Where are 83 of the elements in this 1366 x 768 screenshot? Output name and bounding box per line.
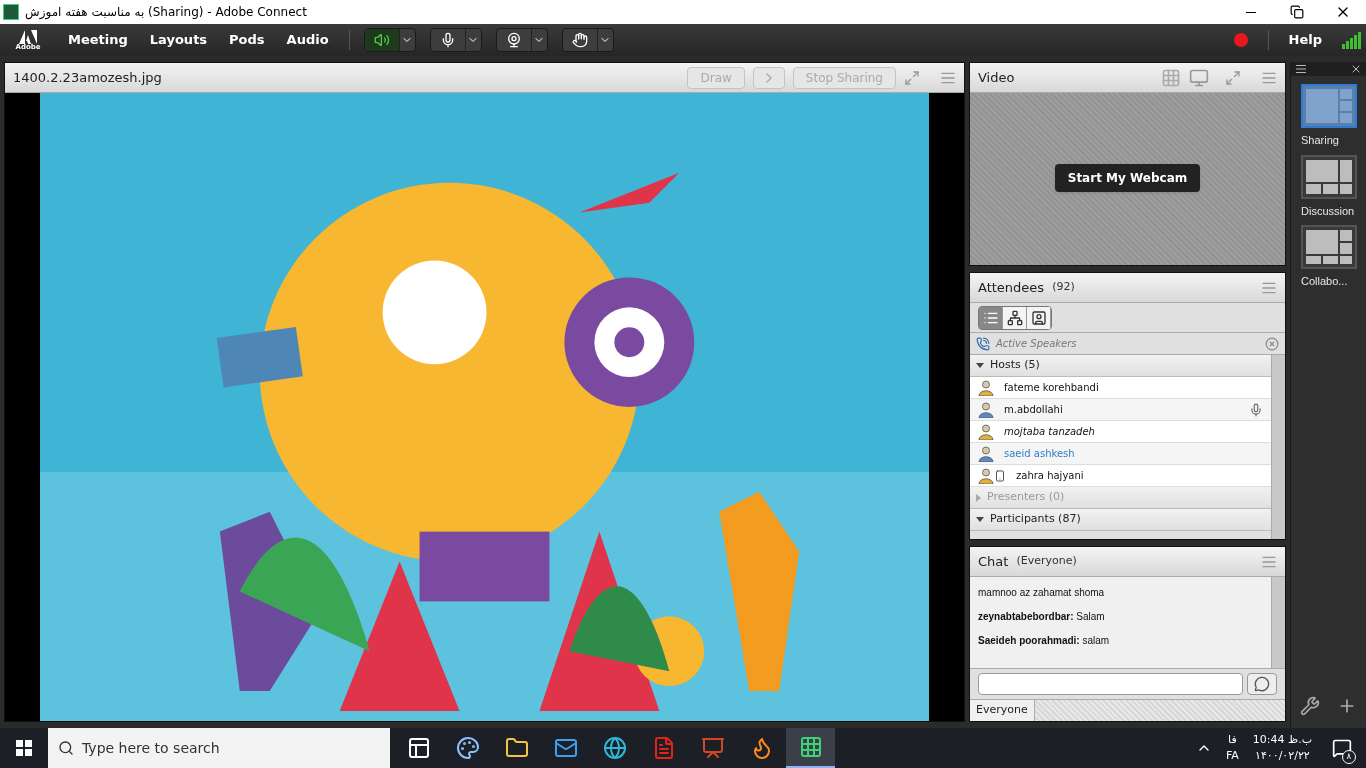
presentation-glyph-icon: [700, 736, 725, 760]
attendee-row[interactable]: mojtaba tanzadeh: [970, 421, 1271, 443]
notifications-button[interactable]: ۸: [1328, 734, 1356, 762]
close-icon[interactable]: [1350, 63, 1362, 75]
attendee-name: zahra hajyani: [1016, 469, 1084, 483]
settings-icon[interactable]: [1299, 696, 1320, 716]
signal-icon: [1342, 31, 1362, 49]
app-icon: [3, 4, 19, 20]
menu-icon[interactable]: [1295, 63, 1307, 75]
clock-time[interactable]: 10:44 ب.ظ: [1252, 731, 1312, 748]
chat-message: zeynabtabebordbar: Salam: [978, 610, 1106, 624]
attendee-row[interactable]: saeid ashkesh: [970, 443, 1271, 465]
search-field[interactable]: Type here to search: [48, 728, 390, 768]
pod-title: Video: [978, 68, 1015, 87]
menu-item[interactable]: Pods: [223, 30, 271, 50]
notification-icon: [1332, 738, 1352, 758]
breakout-icon: [1006, 309, 1023, 326]
chat-message: Saeideh poorahmadi: salam: [978, 634, 1111, 648]
menu-item[interactable]: Layouts: [143, 30, 214, 50]
attendee-icon: [978, 401, 994, 418]
attendee-icon: [978, 423, 994, 440]
app-glyph-icon: [798, 735, 823, 759]
help-menu[interactable]: Help: [1268, 30, 1342, 50]
user-list-icon: [1030, 309, 1047, 326]
folder-glyph-icon: [504, 736, 529, 760]
attendee-name: fateme korehbandi: [1004, 381, 1099, 395]
group-label: Presenters (0): [987, 489, 1065, 506]
windows-icon[interactable]: [16, 740, 32, 756]
pod-title: Attendees: [978, 278, 1045, 297]
send-button[interactable]: [1247, 673, 1277, 695]
user-list-tab[interactable]: [1027, 306, 1051, 329]
hand-icon: [571, 32, 588, 48]
globe-glyph-icon: [602, 736, 627, 760]
chat-tab[interactable]: Everyone: [970, 700, 1035, 721]
menu-item[interactable]: Audio: [280, 30, 335, 50]
scrollbar[interactable]: [1271, 577, 1285, 668]
palette-glyph-icon: [455, 736, 480, 760]
mail-glyph-icon: [553, 736, 578, 760]
chat-input[interactable]: [978, 673, 1243, 695]
pod-title: 1400.2.23amozesh.jpg: [13, 68, 162, 87]
attendee-icon: [978, 467, 994, 484]
pod-title: Chat: [978, 552, 1009, 571]
hand-button[interactable]: [561, 28, 614, 52]
webcam-icon: [505, 32, 522, 48]
attendee-icon: [978, 379, 994, 396]
attendee-row[interactable]: fateme korehbandi: [970, 377, 1271, 399]
language-native[interactable]: فا: [1228, 731, 1237, 748]
record-indicator[interactable]: [1233, 33, 1248, 47]
group-header[interactable]: Participants (87): [970, 509, 1271, 531]
group-label: Participants (87): [990, 511, 1081, 528]
attendee-name: m.abdollahi: [1004, 403, 1063, 417]
speech-bubble-icon: [1254, 676, 1270, 692]
group-header[interactable]: Hosts (5): [970, 355, 1271, 377]
minimize-icon: [1246, 11, 1256, 13]
attendee-name: mojtaba tanzadeh: [1004, 425, 1095, 439]
chat-scope: (Everyone): [1016, 553, 1077, 570]
speaker-button[interactable]: [363, 28, 416, 52]
webcam-button[interactable]: [495, 28, 548, 52]
logo-icon: [19, 29, 37, 44]
start-webcam-button[interactable]: Start My Webcam: [1054, 164, 1201, 192]
breakout-tab[interactable]: [1003, 306, 1027, 329]
speaker-icon: [373, 32, 390, 48]
notification-count: ۸: [1342, 750, 1356, 764]
task-view-glyph-icon: [406, 736, 431, 760]
window-title: به مناسبت هفته اموزش (Sharing) - Adobe Connect: [25, 4, 307, 21]
app-icon[interactable]: [786, 728, 835, 768]
attendee-icon: [978, 445, 994, 462]
group-label: Hosts (5): [990, 357, 1040, 374]
scrollbar[interactable]: [1271, 355, 1285, 539]
attendee-row[interactable]: m.abdollahi: [970, 399, 1271, 421]
active-speakers-label: Active Speakers: [996, 337, 1077, 351]
language-indicator[interactable]: FA: [1225, 748, 1239, 765]
phone-icon: [976, 336, 990, 351]
attendee-name: saeid ashkesh: [1004, 447, 1075, 461]
microphone-button[interactable]: [429, 28, 482, 52]
attendee-count: (92): [1052, 279, 1075, 296]
search-icon: [58, 740, 74, 756]
chat-message: mamnoo az zahamat shoma: [978, 586, 1106, 600]
list-view-tab[interactable]: [979, 306, 1003, 329]
menu-item[interactable]: Meeting: [62, 30, 134, 50]
attendee-row[interactable]: zahra hajyani: [970, 465, 1271, 487]
restore-icon: [1290, 5, 1304, 19]
clock-date[interactable]: ۱۴۰۰/۰۲/۲۲: [1255, 748, 1310, 765]
